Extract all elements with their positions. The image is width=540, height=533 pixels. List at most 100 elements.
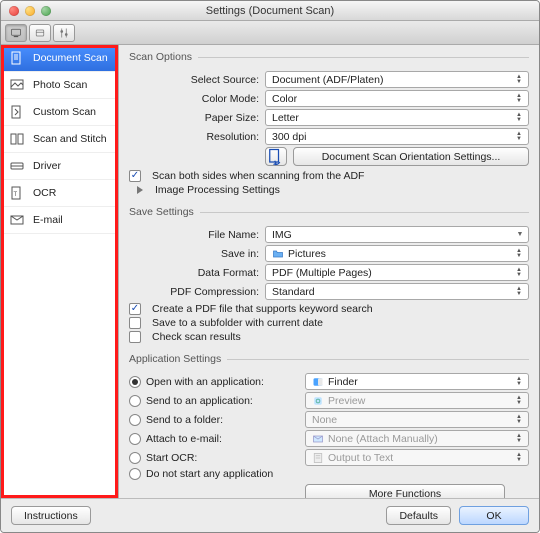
- custom-scan-icon: [9, 105, 25, 119]
- stitch-icon: [9, 132, 25, 146]
- paper-size-popup[interactable]: Letter: [265, 109, 529, 126]
- sidebar-item-label: Document Scan: [33, 52, 108, 64]
- driver-icon: [9, 159, 25, 173]
- label-resolution: Resolution:: [129, 131, 259, 143]
- start-ocr-radio[interactable]: [129, 452, 141, 464]
- section-legend: Application Settings: [129, 353, 227, 365]
- pdf-compression-popup[interactable]: Standard: [265, 283, 529, 300]
- toolbar-tab-prefs[interactable]: [53, 24, 75, 42]
- check-results-checkbox[interactable]: [129, 331, 141, 343]
- image-processing-label: Image Processing Settings: [155, 184, 280, 196]
- content-panel: Scan Options Select Source: Document (AD…: [119, 45, 539, 498]
- file-name-input[interactable]: IMG▼: [265, 226, 529, 243]
- sidebar-item-ocr[interactable]: T OCR: [1, 180, 118, 207]
- preview-icon: [312, 395, 324, 407]
- save-in-value: Pictures: [288, 248, 326, 260]
- label-select-source: Select Source:: [129, 74, 259, 86]
- pdf-keyword-checkbox[interactable]: [129, 303, 141, 315]
- attach-to-email-radio[interactable]: [129, 433, 141, 445]
- window-title: Settings (Document Scan): [1, 5, 539, 17]
- document-scan-icon: [9, 51, 25, 65]
- image-processing-disclosure[interactable]: [137, 186, 143, 194]
- folder-icon: [272, 248, 284, 260]
- section-legend: Save Settings: [129, 206, 200, 218]
- scan-from-computer-icon: [10, 27, 22, 39]
- scan-both-sides-checkbox[interactable]: [129, 170, 141, 182]
- start-ocr-label: Start OCR:: [146, 452, 197, 464]
- email-icon: [9, 213, 25, 227]
- sidebar-item-photo-scan[interactable]: Photo Scan: [1, 72, 118, 99]
- label-file-name: File Name:: [129, 229, 259, 241]
- save-in-popup[interactable]: Pictures: [265, 245, 529, 262]
- sidebar-item-driver[interactable]: Driver: [1, 153, 118, 180]
- paper-size-value: Letter: [272, 112, 299, 124]
- resolution-popup[interactable]: 300 dpi: [265, 128, 529, 145]
- sidebar-item-label: Scan and Stitch: [33, 133, 107, 145]
- send-to-folder-radio[interactable]: [129, 414, 141, 426]
- svg-text:T: T: [14, 192, 18, 198]
- label-data-format: Data Format:: [129, 267, 259, 279]
- resolution-value: 300 dpi: [272, 131, 306, 143]
- data-format-value: PDF (Multiple Pages): [272, 267, 372, 279]
- text-icon: [312, 452, 324, 464]
- minimize-window-button[interactable]: [25, 6, 35, 16]
- footer: Instructions Defaults OK: [1, 498, 539, 532]
- attach-to-email-label: Attach to e-mail:: [146, 433, 222, 445]
- settings-window: Settings (Document Scan) Document Scan P…: [0, 0, 540, 533]
- color-mode-value: Color: [272, 93, 297, 105]
- ok-button[interactable]: OK: [459, 506, 529, 525]
- send-to-folder-label: Send to a folder:: [146, 414, 223, 426]
- ocr-icon: T: [9, 186, 25, 200]
- defaults-button[interactable]: Defaults: [386, 506, 451, 525]
- close-window-button[interactable]: [9, 6, 19, 16]
- send-to-application-popup[interactable]: Preview: [305, 392, 529, 409]
- section-scan-options: Scan Options Select Source: Document (AD…: [129, 51, 529, 202]
- open-with-application-radio[interactable]: [129, 376, 141, 388]
- sidebar-item-label: Photo Scan: [33, 79, 87, 91]
- toolbar-tab-scan[interactable]: [5, 24, 27, 42]
- send-to-application-radio[interactable]: [129, 395, 141, 407]
- data-format-popup[interactable]: PDF (Multiple Pages): [265, 264, 529, 281]
- label-paper-size: Paper Size:: [129, 112, 259, 124]
- file-name-value: IMG: [272, 229, 292, 241]
- sidebar-item-document-scan[interactable]: Document Scan: [1, 45, 118, 72]
- photo-scan-icon: [9, 78, 25, 92]
- section-legend: Scan Options: [129, 51, 198, 63]
- pdf-keyword-label: Create a PDF file that supports keyword …: [152, 303, 373, 315]
- save-subfolder-checkbox[interactable]: [129, 317, 141, 329]
- send-to-folder-popup[interactable]: None: [305, 411, 529, 428]
- sidebar-item-scan-and-stitch[interactable]: Scan and Stitch: [1, 126, 118, 153]
- mail-icon: [312, 433, 324, 445]
- orientation-icon-button[interactable]: [265, 147, 287, 166]
- start-ocr-popup[interactable]: Output to Text: [305, 449, 529, 466]
- section-save-settings: Save Settings File Name: IMG▼ Save in: P…: [129, 206, 529, 349]
- check-results-label: Check scan results: [152, 331, 241, 343]
- do-not-start-radio[interactable]: [129, 468, 141, 480]
- label-color-mode: Color Mode:: [129, 93, 259, 105]
- sidebar: Document Scan Photo Scan Custom Scan Sca…: [1, 45, 119, 498]
- pdf-compression-value: Standard: [272, 286, 315, 298]
- color-mode-popup[interactable]: Color: [265, 90, 529, 107]
- label-pdf-compression: PDF Compression:: [129, 286, 259, 298]
- label-save-in: Save in:: [129, 248, 259, 260]
- sidebar-item-email[interactable]: E-mail: [1, 207, 118, 234]
- select-source-popup[interactable]: Document (ADF/Platen): [265, 71, 529, 88]
- zoom-window-button[interactable]: [41, 6, 51, 16]
- sidebar-item-label: Driver: [33, 160, 61, 172]
- section-application-settings: Application Settings Open with an applic…: [129, 353, 529, 498]
- select-source-value: Document (ADF/Platen): [272, 74, 383, 86]
- open-with-application-popup[interactable]: Finder: [305, 373, 529, 390]
- sidebar-item-custom-scan[interactable]: Custom Scan: [1, 99, 118, 126]
- attach-to-email-popup[interactable]: None (Attach Manually): [305, 430, 529, 447]
- finder-icon: [312, 376, 324, 388]
- orientation-icon: [266, 147, 286, 167]
- instructions-button[interactable]: Instructions: [11, 506, 91, 525]
- save-subfolder-label: Save to a subfolder with current date: [152, 317, 323, 329]
- scan-from-device-icon: [34, 27, 46, 39]
- send-to-application-label: Send to an application:: [146, 395, 253, 407]
- open-with-application-label: Open with an application:: [146, 376, 264, 388]
- sidebar-item-label: OCR: [33, 187, 56, 199]
- toolbar-tab-device[interactable]: [29, 24, 51, 42]
- orientation-settings-button[interactable]: Document Scan Orientation Settings...: [293, 147, 529, 166]
- more-functions-button[interactable]: More Functions: [305, 484, 505, 498]
